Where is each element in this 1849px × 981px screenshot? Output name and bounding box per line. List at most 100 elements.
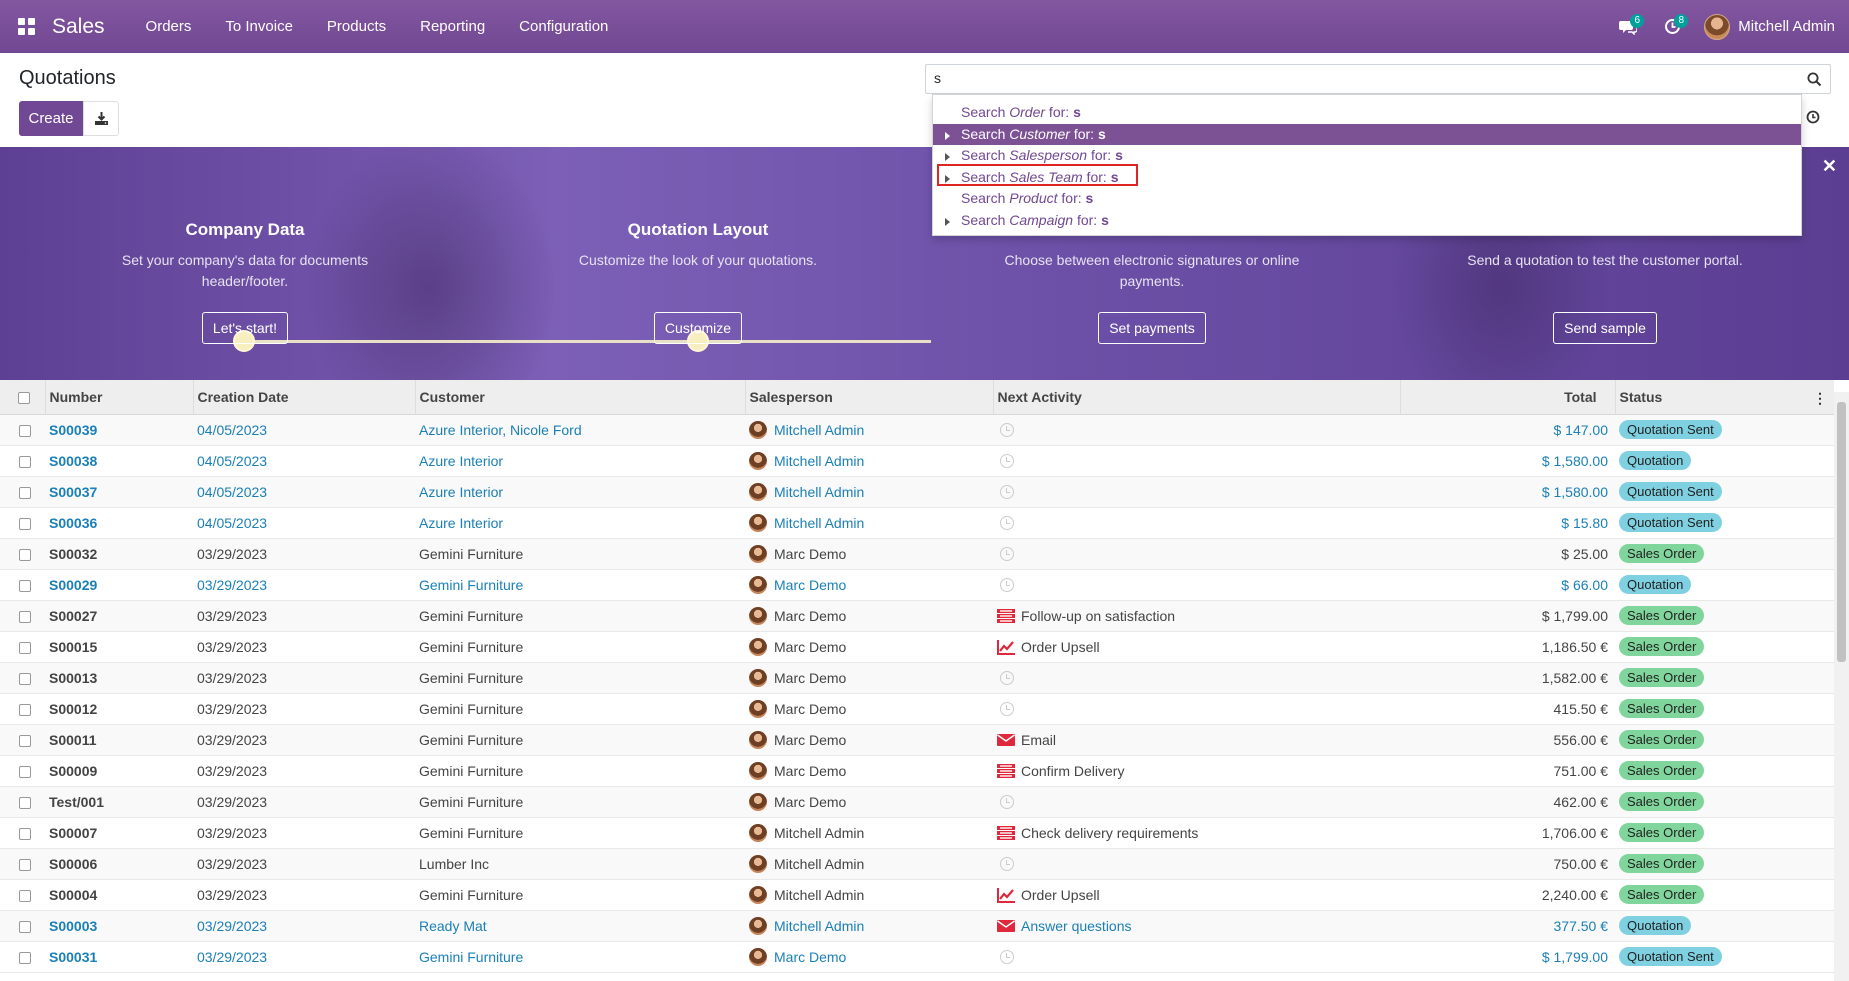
row-checkbox[interactable] xyxy=(19,920,31,933)
salesperson-avatar xyxy=(749,792,767,811)
tasks-icon[interactable] xyxy=(997,825,1015,841)
table-row[interactable]: S00015 03/29/2023 Gemini Furniture Marc Dem… xyxy=(0,631,1834,662)
table-row[interactable]: S00003 03/29/2023 Ready Mat Mitchell Admin A… xyxy=(0,910,1834,941)
schedule-activity-icon[interactable] xyxy=(1000,515,1014,530)
row-checkbox[interactable] xyxy=(19,889,31,902)
send-sample-button[interactable]: Send sample xyxy=(1553,312,1657,344)
row-checkbox[interactable] xyxy=(19,796,31,809)
row-checkbox[interactable] xyxy=(19,455,31,468)
row-checkbox[interactable] xyxy=(19,610,31,623)
column-customer[interactable]: Customer xyxy=(414,380,745,415)
row-checkbox[interactable] xyxy=(19,858,31,871)
envelope-icon[interactable] xyxy=(997,732,1015,748)
schedule-activity-icon[interactable] xyxy=(1000,949,1014,964)
order-number: S00006 xyxy=(49,855,98,872)
table-row[interactable]: S00009 03/29/2023 Gemini Furniture Marc Dem… xyxy=(0,755,1834,786)
salesperson-avatar xyxy=(749,668,767,687)
menu-configuration[interactable]: Configuration xyxy=(502,18,625,35)
row-checkbox[interactable] xyxy=(19,765,31,778)
expand-caret-icon[interactable] xyxy=(945,153,950,161)
line-chart-icon[interactable] xyxy=(997,639,1015,655)
search-bar[interactable] xyxy=(925,64,1831,94)
schedule-activity-icon[interactable] xyxy=(1000,794,1014,809)
salesperson-avatar xyxy=(749,482,767,501)
menu-products[interactable]: Products xyxy=(310,18,403,35)
expand-caret-icon[interactable] xyxy=(945,217,950,226)
column-status[interactable]: Status xyxy=(1614,380,1834,415)
set-payments-button[interactable]: Set payments xyxy=(1098,312,1206,344)
table-row[interactable]: S00027 03/29/2023 Gemini Furniture Marc Dem… xyxy=(0,600,1834,631)
autocomplete-item[interactable]: Search Campaign for: s xyxy=(933,210,1801,232)
menu-reporting[interactable]: Reporting xyxy=(403,18,502,35)
search-input[interactable] xyxy=(934,70,1784,86)
schedule-activity-icon[interactable] xyxy=(1000,856,1014,871)
create-button[interactable]: Create xyxy=(19,101,83,136)
table-row[interactable]: S00036 04/05/2023 Azure Interior Mitchell A… xyxy=(0,507,1834,538)
select-all-checkbox[interactable] xyxy=(18,392,30,405)
activity-summary: Order Upsell xyxy=(1021,886,1100,903)
column-salesperson[interactable]: Salesperson xyxy=(744,380,993,415)
schedule-activity-icon[interactable] xyxy=(1000,701,1014,716)
expand-caret-icon[interactable] xyxy=(945,131,950,140)
table-row[interactable]: S00031 03/29/2023 Gemini Furniture Marc Dem… xyxy=(0,941,1834,972)
table-row[interactable]: S00039 04/05/2023 Azure Interior, Nicole F… xyxy=(0,414,1834,445)
autocomplete-item[interactable]: Search Product for: s xyxy=(933,188,1801,210)
schedule-activity-icon[interactable] xyxy=(1000,453,1014,468)
menu-to-invoice[interactable]: To Invoice xyxy=(208,18,310,35)
schedule-activity-icon[interactable] xyxy=(1000,546,1014,561)
schedule-activity-icon[interactable] xyxy=(1000,422,1014,437)
app-brand[interactable]: Sales xyxy=(52,15,105,39)
column-creation-date[interactable]: Creation Date xyxy=(192,380,415,415)
table-row[interactable]: S00029 03/29/2023 Gemini Furniture Marc Dem… xyxy=(0,569,1834,600)
tasks-icon[interactable] xyxy=(997,763,1015,779)
schedule-activity-icon[interactable] xyxy=(1000,670,1014,685)
tasks-icon[interactable] xyxy=(997,608,1015,624)
customize-button[interactable]: Customize xyxy=(653,312,743,344)
envelope-icon[interactable] xyxy=(997,918,1015,934)
table-row[interactable]: Test/001 03/29/2023 Gemini Furniture Marc D… xyxy=(0,786,1834,817)
table-row[interactable]: S00013 03/29/2023 Gemini Furniture Marc Dem… xyxy=(0,662,1834,693)
salesperson-name: Mitchell Admin xyxy=(774,452,865,469)
search-icon[interactable] xyxy=(1807,72,1822,87)
table-row[interactable]: S00038 04/05/2023 Azure Interior Mitchell A… xyxy=(0,445,1834,476)
row-checkbox[interactable] xyxy=(19,517,31,530)
row-checkbox[interactable] xyxy=(19,486,31,499)
row-checkbox[interactable] xyxy=(19,672,31,685)
apps-menu-icon[interactable] xyxy=(0,0,52,53)
table-row[interactable]: S00012 03/29/2023 Gemini Furniture Marc Dem… xyxy=(0,693,1834,724)
activities-button[interactable]: 8 xyxy=(1650,0,1694,53)
schedule-activity-icon[interactable] xyxy=(1000,484,1014,499)
list-scrollbar[interactable] xyxy=(1834,392,1849,981)
optional-columns-icon[interactable]: ⋮ xyxy=(1813,390,1827,407)
table-row[interactable]: S00032 03/29/2023 Gemini Furniture Marc Dem… xyxy=(0,538,1834,569)
autocomplete-item[interactable]: Search Order for: s xyxy=(933,102,1801,124)
table-row[interactable]: S00007 03/29/2023 Gemini Furniture Mitchell… xyxy=(0,817,1834,848)
row-checkbox[interactable] xyxy=(19,424,31,437)
row-checkbox[interactable] xyxy=(19,579,31,592)
export-button[interactable] xyxy=(83,101,119,136)
row-checkbox[interactable] xyxy=(19,951,31,964)
line-chart-icon[interactable] xyxy=(997,887,1015,903)
table-row[interactable]: S00037 04/05/2023 Azure Interior Mitchell A… xyxy=(0,476,1834,507)
order-number: S00032 xyxy=(49,545,98,562)
menu-orders[interactable]: Orders xyxy=(129,18,209,35)
column-number[interactable]: Number xyxy=(44,380,193,415)
column-next-activity[interactable]: Next Activity xyxy=(992,380,1400,415)
row-checkbox[interactable] xyxy=(19,548,31,561)
user-menu[interactable]: Mitchell Admin xyxy=(1694,13,1849,40)
table-row[interactable]: S00004 03/29/2023 Gemini Furniture Mitchell… xyxy=(0,879,1834,910)
order-total: 1,706.00 € xyxy=(1541,824,1608,841)
close-icon[interactable]: ✕ xyxy=(1822,156,1837,177)
messages-button[interactable]: 6 xyxy=(1606,0,1650,53)
table-row[interactable]: S00006 03/29/2023 Lumber Inc Mitchell Admin… xyxy=(0,848,1834,879)
row-checkbox[interactable] xyxy=(19,827,31,840)
row-checkbox[interactable] xyxy=(19,703,31,716)
table-row[interactable]: S00011 03/29/2023 Gemini Furniture Marc Dem… xyxy=(0,724,1834,755)
autocomplete-item[interactable]: Search Customer for: s xyxy=(933,123,1801,145)
schedule-activity-icon[interactable] xyxy=(1000,577,1014,592)
history-icon[interactable] xyxy=(1806,110,1820,124)
row-checkbox[interactable] xyxy=(19,641,31,654)
lets-start-button[interactable]: Let's start! xyxy=(201,312,289,344)
column-total[interactable]: Total xyxy=(1399,380,1615,415)
row-checkbox[interactable] xyxy=(19,734,31,747)
